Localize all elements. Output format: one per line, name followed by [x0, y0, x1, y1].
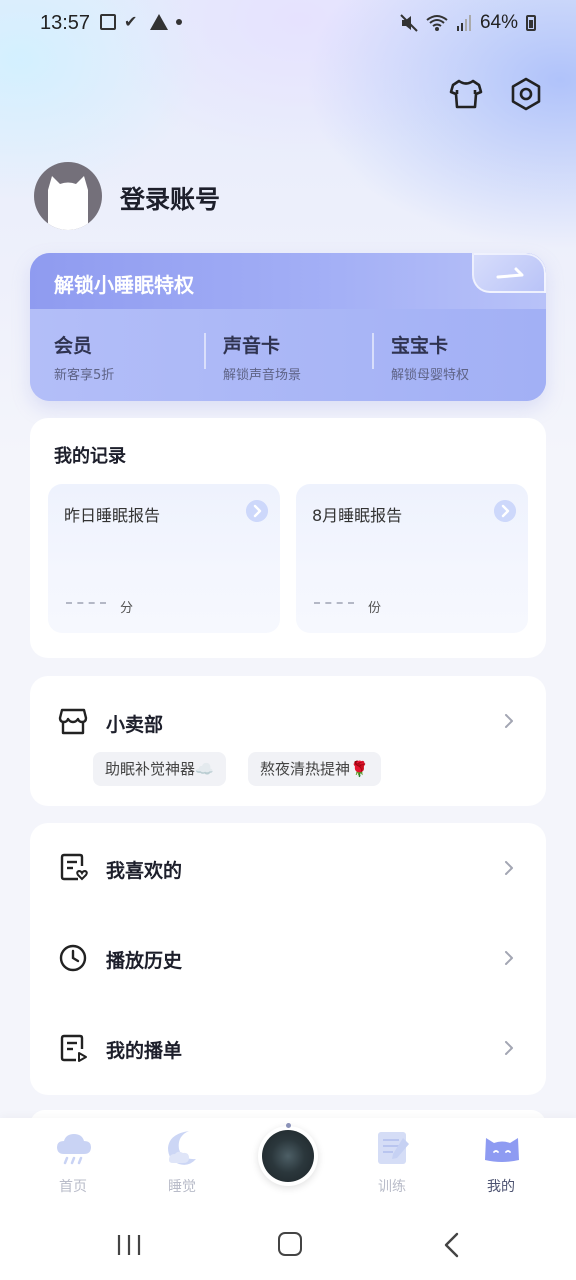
- menu-item-label: 播放历史: [106, 950, 183, 972]
- vip-item-subtitle: 解锁声音场景: [223, 368, 302, 383]
- vip-item-baby-card[interactable]: 宝宝卡 解锁母婴特权: [391, 331, 469, 383]
- vip-item-subtitle: 解锁母婴特权: [391, 368, 470, 383]
- wifi-icon: [426, 15, 448, 31]
- image-icon: [100, 14, 116, 30]
- report-unit: 分: [120, 601, 134, 616]
- shirt-icon[interactable]: [448, 76, 484, 112]
- warning-icon: [150, 14, 168, 30]
- chevron-right-icon: [494, 500, 516, 522]
- store-icon: [58, 708, 88, 735]
- chevron-right-icon: [505, 1041, 513, 1055]
- clock-icon: [59, 944, 87, 972]
- login-button[interactable]: 登录账号: [120, 180, 220, 216]
- system-nav-bar: [0, 1210, 576, 1280]
- recent-apps-icon[interactable]: [116, 1234, 142, 1256]
- report-yesterday[interactable]: 昨日睡眠报告 分: [48, 484, 280, 633]
- nav-item-label: 首页: [59, 1179, 87, 1195]
- status-bar: 13:57 ✔ 64%: [0, 0, 576, 48]
- vip-item-sound-card[interactable]: 声音卡 解锁声音场景: [223, 331, 301, 383]
- shop-card[interactable]: 小卖部 助眠补觉神器☁️ 熬夜清热提神🌹: [30, 676, 546, 806]
- shop-label: 小卖部: [106, 714, 164, 736]
- battery-icon: [526, 15, 536, 31]
- moon-icon: [168, 1131, 196, 1165]
- home-icon[interactable]: [278, 1232, 302, 1256]
- vip-arrow-button[interactable]: [472, 253, 546, 293]
- now-playing-button[interactable]: [258, 1123, 318, 1186]
- battery-percent: 64%: [479, 12, 518, 33]
- check-icon: ✔: [124, 12, 138, 31]
- report-unit: 份: [368, 601, 382, 616]
- vip-card[interactable]: 解锁小睡眠特权 会员 新客享5折 声音卡 解锁声音场景 宝宝卡 解锁母婴特权: [30, 253, 546, 401]
- report-monthly[interactable]: 8月睡眠报告 份: [296, 484, 528, 633]
- vip-item-title: 会员: [54, 335, 93, 357]
- shop-tag[interactable]: 熬夜清热提神🌹: [248, 752, 381, 786]
- cat-avatar-icon: [48, 176, 88, 230]
- status-time: 13:57: [40, 12, 91, 34]
- now-playing-cover: [262, 1130, 314, 1182]
- nav-item-mine[interactable]: 我的: [451, 1118, 551, 1210]
- vip-item-title: 宝宝卡: [391, 335, 449, 357]
- shop-tag[interactable]: 助眠补觉神器☁️: [93, 752, 226, 786]
- signal-icon: [456, 15, 471, 31]
- back-icon[interactable]: [442, 1232, 462, 1258]
- menu-item-label: 我的播单: [106, 1040, 183, 1062]
- mute-icon: [400, 14, 418, 32]
- arrow-right-icon: [496, 267, 524, 279]
- chevron-right-icon: [505, 714, 513, 728]
- vip-divider: [372, 333, 374, 369]
- chevron-right-icon: [505, 951, 513, 965]
- records-title: 我的记录: [54, 446, 126, 467]
- chevron-right-icon: [246, 500, 268, 522]
- nav-item-home[interactable]: 首页: [23, 1118, 123, 1210]
- report-value-placeholder: [66, 602, 106, 604]
- vip-item-subtitle: 新客享5折: [54, 368, 115, 383]
- vip-item-title: 声音卡: [223, 335, 281, 357]
- menu-list-card: 我喜欢的 播放历史 我的播单: [30, 823, 546, 1095]
- progress-dot: [286, 1123, 291, 1128]
- dot-icon: [176, 19, 182, 25]
- status-icons-left: ✔: [100, 14, 182, 30]
- playlist-icon: [60, 1034, 87, 1062]
- vip-divider: [204, 333, 206, 369]
- nav-item-label: 我的: [487, 1179, 515, 1195]
- status-icons-right: 64%: [400, 12, 536, 34]
- notebook-icon: [378, 1132, 409, 1164]
- report-title: 8月睡眠报告: [312, 506, 403, 525]
- rain-cloud-icon: [57, 1134, 91, 1165]
- cat-icon: [485, 1138, 519, 1162]
- menu-item-label: 我喜欢的: [106, 860, 183, 882]
- vip-title: 解锁小睡眠特权: [54, 273, 194, 297]
- records-card: 我的记录 昨日睡眠报告 分 8月睡眠报告 份: [30, 418, 546, 658]
- nav-item-label: 训练: [378, 1179, 406, 1195]
- nav-item-sleep[interactable]: 睡觉: [132, 1118, 232, 1210]
- report-title: 昨日睡眠报告: [64, 506, 161, 525]
- settings-icon[interactable]: [508, 76, 544, 112]
- chevron-right-icon: [505, 861, 513, 875]
- report-value-placeholder: [314, 602, 354, 604]
- nav-item-training[interactable]: 训练: [342, 1118, 442, 1210]
- favorites-list-icon: [60, 853, 88, 881]
- vip-item-membership[interactable]: 会员 新客享5折: [54, 331, 114, 383]
- nav-item-label: 睡觉: [168, 1179, 196, 1195]
- avatar[interactable]: [34, 162, 102, 230]
